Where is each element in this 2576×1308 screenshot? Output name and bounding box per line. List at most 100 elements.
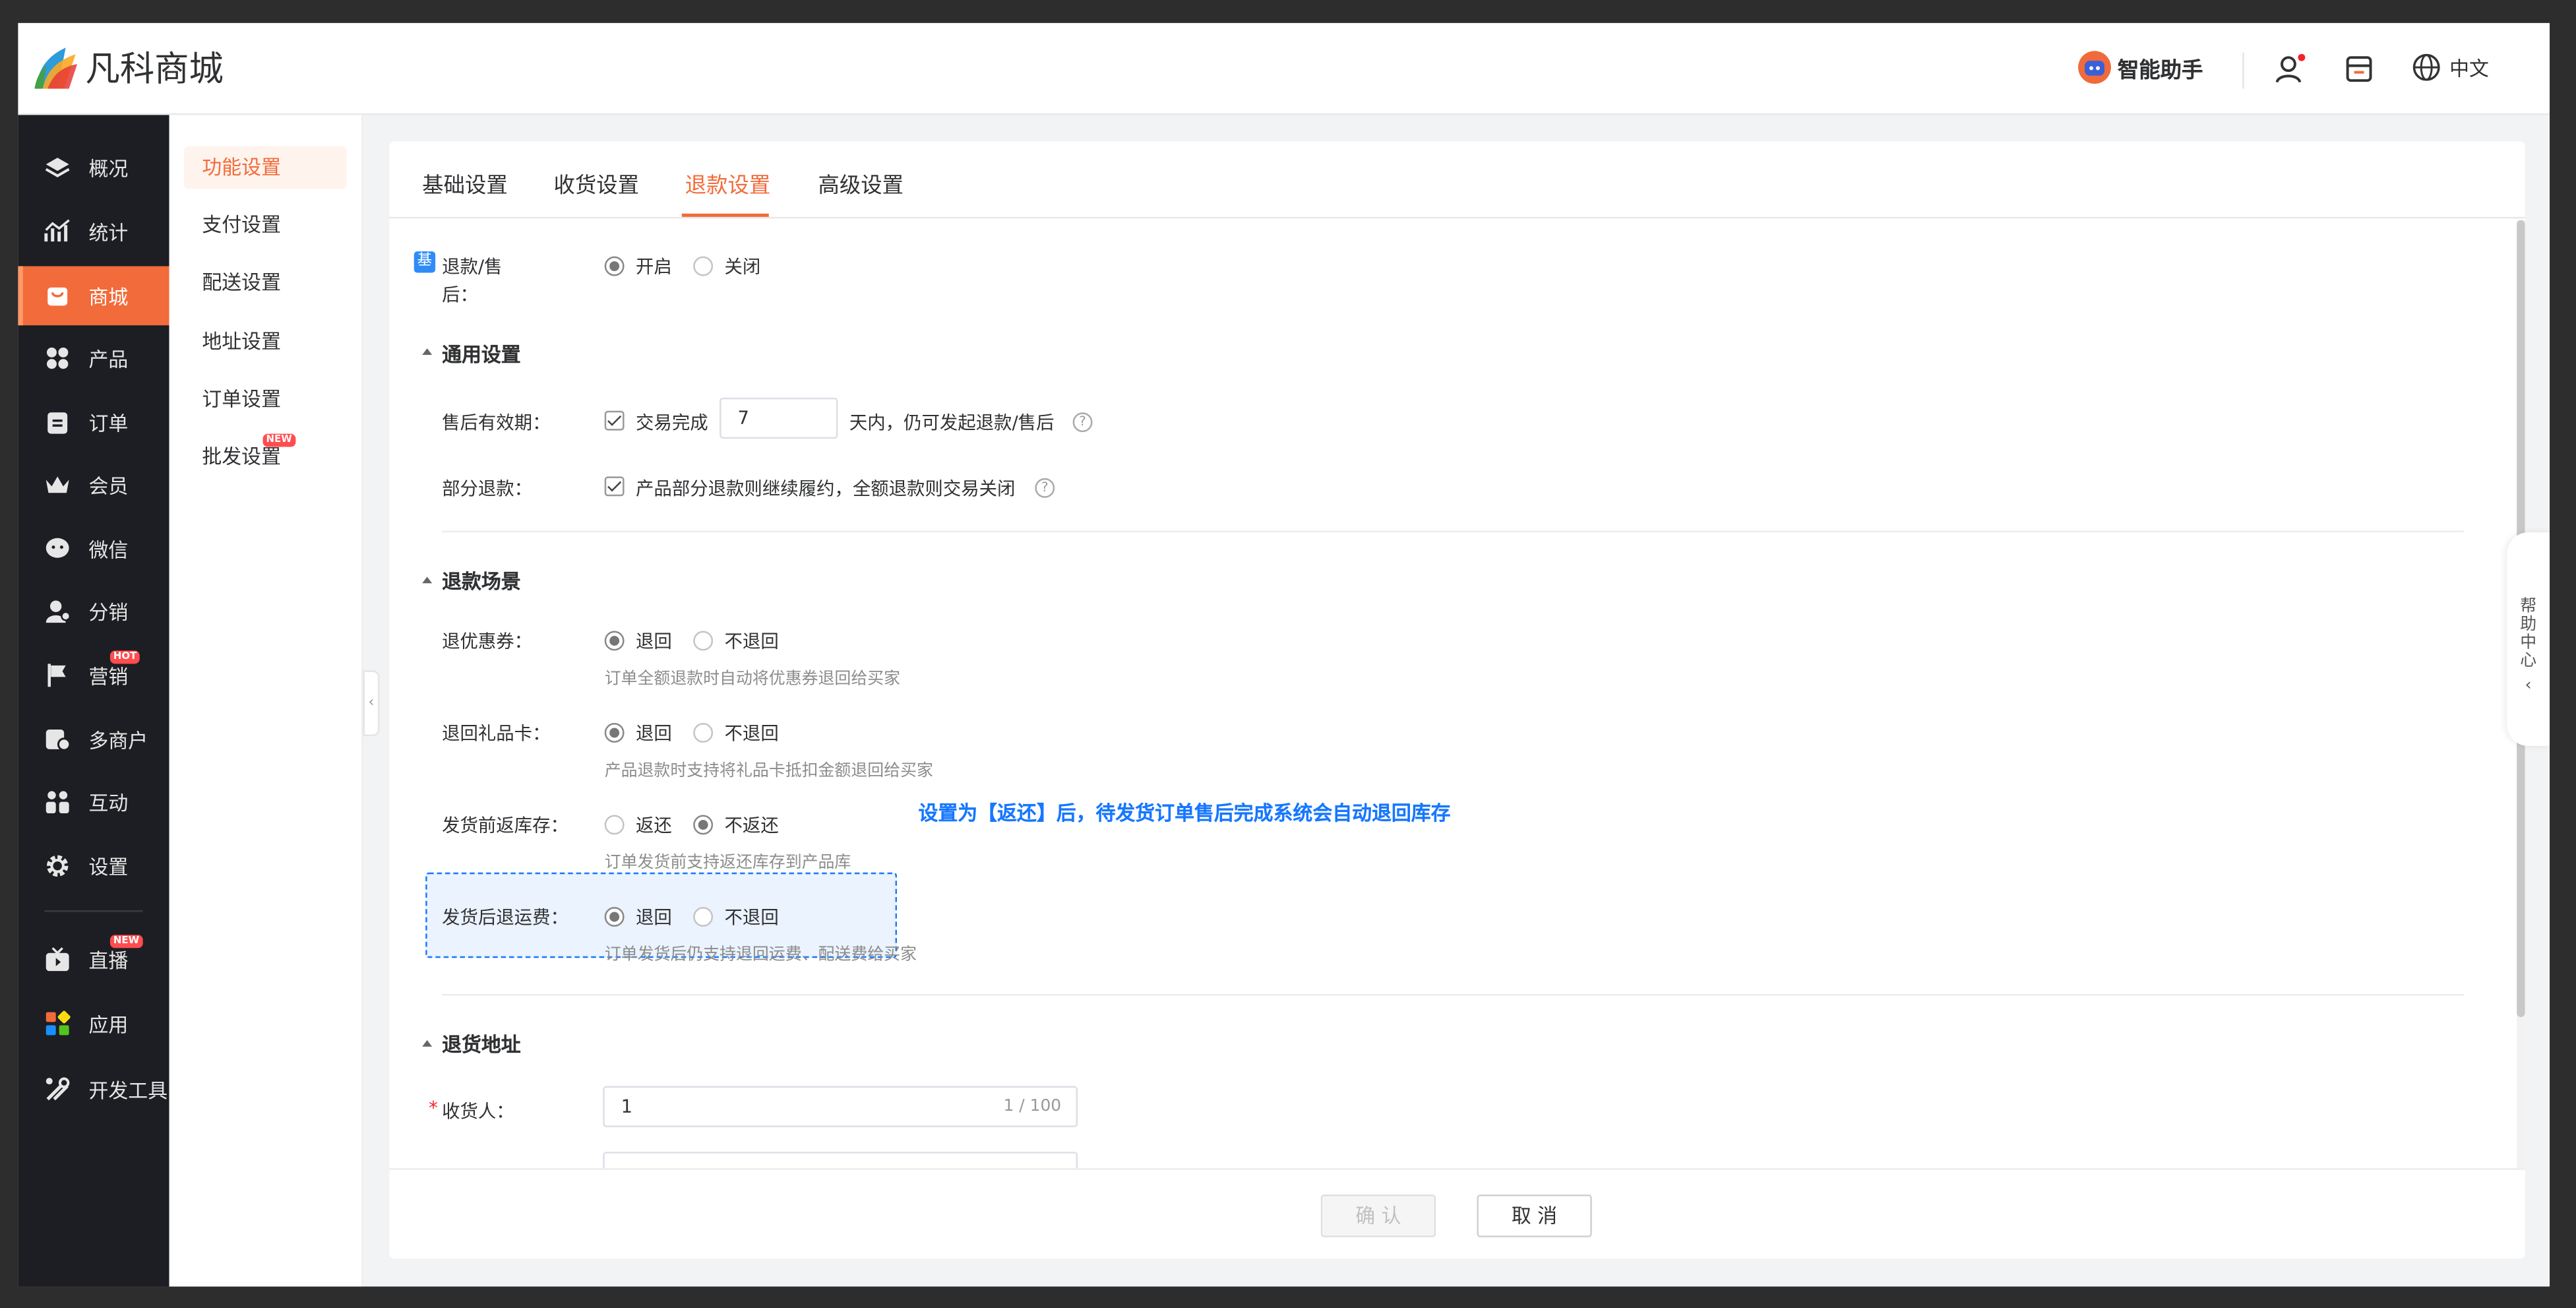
- brand-logo[interactable]: 凡科商城: [33, 43, 224, 92]
- tools-icon: [46, 1077, 70, 1101]
- cancel-button[interactable]: 取 消: [1477, 1194, 1592, 1237]
- help-question-icon[interactable]: ?: [1072, 412, 1093, 433]
- subnav-order-settings[interactable]: 订单设置: [184, 378, 347, 421]
- app-window: 凡科商城 智能助手 中文 概况 统计 商城 产品 订单 会员 微信 分销 营销 …: [18, 22, 2550, 1287]
- nav-label: 订单: [88, 411, 129, 435]
- nav-item-shop[interactable]: 商城: [18, 266, 169, 326]
- basic-tag: 基: [414, 251, 436, 273]
- collapse-triangle-icon[interactable]: [422, 1040, 433, 1047]
- nav-label: 微信: [88, 538, 129, 561]
- freight-no-radio[interactable]: [693, 907, 714, 927]
- subnav-delivery-settings[interactable]: 配送设置: [184, 261, 347, 304]
- sidebar-collapse-toggle[interactable]: ‹: [363, 670, 380, 736]
- refund-on-radio[interactable]: [604, 256, 625, 276]
- subnav-payment-settings[interactable]: 支付设置: [184, 204, 347, 247]
- distribution-icon: [46, 600, 71, 623]
- user-icon[interactable]: [2274, 53, 2307, 86]
- gear-icon: [46, 855, 69, 877]
- receiver-input[interactable]: 1 1 / 100: [603, 1086, 1078, 1127]
- nav-label: 多商户: [88, 728, 148, 752]
- subnav-function-settings[interactable]: 功能设置: [183, 146, 347, 189]
- brand-name: 凡科商城: [85, 49, 224, 89]
- nav-item-multi-merchant[interactable]: 多商户: [18, 710, 169, 769]
- nav-item-order[interactable]: 订单: [18, 392, 169, 452]
- freight-label: 发货后退运费：: [442, 907, 568, 929]
- stock-annotation: 设置为【返还】后，待发货订单售后完成系统会自动退回库存: [918, 801, 1451, 825]
- tab-advanced-settings[interactable]: 高级设置: [818, 168, 904, 199]
- ai-assistant-label: 智能助手: [2117, 58, 2203, 83]
- help-center-tab[interactable]: 帮助中心 ‹: [2507, 532, 2550, 746]
- partial-refund-checkbox[interactable]: [604, 476, 625, 497]
- gift-yes-radio[interactable]: [604, 723, 625, 743]
- nav-label: 会员: [88, 474, 129, 497]
- nav-label: 互动: [88, 791, 129, 815]
- gift-yes-label: 退回: [636, 723, 672, 745]
- nav-item-live[interactable]: 直播 NEW: [18, 930, 169, 989]
- validity-days-value: 7: [737, 407, 749, 429]
- hot-badge: HOT: [109, 650, 140, 664]
- receiver-label: 收货人：: [442, 1100, 514, 1123]
- coupon-no-radio[interactable]: [693, 631, 714, 651]
- nav-item-distribution[interactable]: 分销: [18, 582, 169, 641]
- nav-item-dev-tools[interactable]: 开发工具: [18, 1060, 169, 1119]
- confirm-button[interactable]: 确 认: [1320, 1194, 1436, 1237]
- store-icon[interactable]: [2343, 53, 2376, 86]
- stock-hint: 订单发货前支持返还库存到产品库: [604, 854, 851, 873]
- validity-label: 售后有效期：: [442, 412, 551, 434]
- nav-label: 营销: [88, 664, 129, 688]
- nav-item-marketing[interactable]: 营销 HOT: [18, 646, 169, 705]
- nav-item-wechat[interactable]: 微信: [18, 519, 169, 578]
- brand-logo-icon: [34, 47, 78, 89]
- gift-no-radio[interactable]: [693, 723, 714, 743]
- layers-icon: [45, 158, 70, 177]
- gift-hint: 产品退款时支持将礼品卡抵扣金额退回给买家: [604, 762, 933, 781]
- nav-item-product[interactable]: 产品: [18, 328, 169, 388]
- refund-aftersale-label: 退款/售: [442, 256, 503, 278]
- stock-label: 发货前返库存：: [442, 815, 568, 836]
- tab-refund-settings[interactable]: 退款设置: [685, 168, 771, 199]
- language-switch[interactable]: 中文: [2412, 53, 2489, 82]
- required-asterisk: *: [429, 1097, 438, 1119]
- settings-tabs: 基础设置 收货设置 退款设置 高级设置: [389, 141, 2525, 219]
- nav-item-member[interactable]: 会员: [18, 455, 169, 514]
- globe-icon: [2412, 53, 2440, 81]
- apps-icon: [46, 1011, 71, 1036]
- validity-suffix: 天内，仍可发起退款/售后: [849, 412, 1055, 434]
- receiver-char-count: 1 / 100: [1003, 1097, 1062, 1116]
- stock-yes-radio[interactable]: [604, 815, 625, 835]
- tab-receipt-settings[interactable]: 收货设置: [553, 168, 639, 199]
- live-icon: [46, 947, 69, 972]
- validity-checkbox[interactable]: [604, 410, 625, 431]
- coupon-yes-label: 退回: [636, 631, 672, 652]
- nav-label: 开发工具: [88, 1078, 168, 1102]
- section-general-title: 通用设置: [442, 343, 521, 367]
- refund-off-radio[interactable]: [693, 256, 714, 276]
- shop-icon: [47, 287, 68, 306]
- form-scroll-area[interactable]: 基 退款/售 后： 开启 关闭 通用设置 售后有效期： 交易完成 7 天内，仍可…: [389, 220, 2525, 1169]
- freight-yes-radio[interactable]: [604, 907, 625, 927]
- collapse-triangle-icon[interactable]: [422, 348, 433, 356]
- ai-assistant-button[interactable]: 智能助手: [2078, 51, 2203, 84]
- gift-card-label: 退回礼品卡：: [442, 723, 551, 745]
- collapse-triangle-icon[interactable]: [422, 576, 433, 584]
- nav-label: 产品: [88, 347, 129, 371]
- robot-icon: [2078, 51, 2111, 84]
- nav-item-overview[interactable]: 概况: [18, 138, 169, 197]
- tab-active-indicator: [681, 213, 769, 217]
- nav-item-apps[interactable]: 应用: [18, 994, 169, 1053]
- coupon-yes-radio[interactable]: [604, 631, 625, 651]
- stock-no-radio[interactable]: [693, 815, 714, 835]
- new-badge: NEW: [109, 935, 143, 949]
- nav-label: 应用: [88, 1012, 129, 1036]
- tab-basic-settings[interactable]: 基础设置: [422, 168, 508, 199]
- nav-item-interact[interactable]: 互动: [18, 772, 169, 832]
- chevron-left-icon: ‹: [2525, 677, 2532, 695]
- refund-aftersale-label-2: 后：: [442, 284, 478, 306]
- validity-days-input[interactable]: 7: [720, 397, 838, 439]
- help-question-icon[interactable]: ?: [1035, 478, 1055, 498]
- nav-item-stats[interactable]: 统计: [18, 202, 169, 261]
- phone-input[interactable]: [603, 1152, 1078, 1169]
- subnav-address-settings[interactable]: 地址设置: [184, 321, 347, 363]
- nav-item-settings[interactable]: 设置: [18, 836, 169, 896]
- partial-refund-check-label: 产品部分退款则继续履约，全额退款则交易关闭: [636, 478, 1016, 500]
